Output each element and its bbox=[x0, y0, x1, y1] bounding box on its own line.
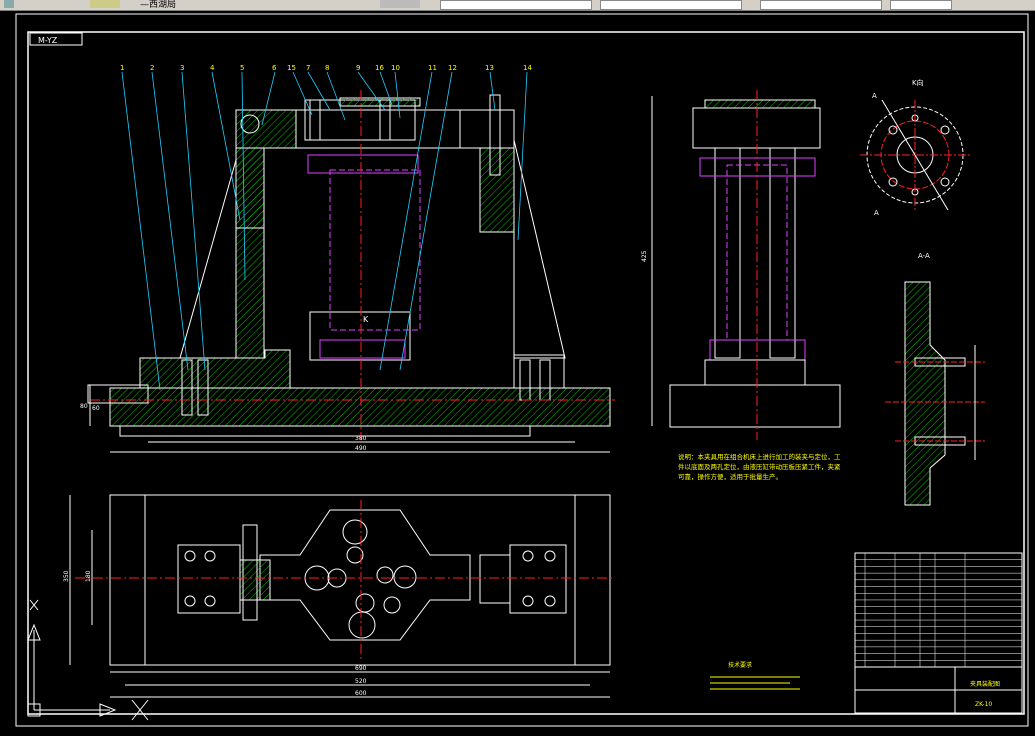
open-icon[interactable] bbox=[4, 0, 14, 8]
side-view: 425 bbox=[641, 90, 841, 440]
linetype-dropdown[interactable] bbox=[760, 0, 882, 10]
toolbar-label: —西湖局 bbox=[140, 0, 177, 10]
workpiece-bottom bbox=[319, 339, 406, 359]
title-block-code: ZK-10 bbox=[975, 701, 992, 708]
plan-hole-5 bbox=[522, 550, 534, 562]
plan-hole-4 bbox=[204, 595, 216, 607]
tech-req-title: 技术要求 bbox=[728, 661, 752, 669]
left-column-inner bbox=[235, 147, 265, 229]
plan-dim-len3: 600 bbox=[355, 690, 367, 697]
layer-dropdown[interactable] bbox=[440, 0, 592, 10]
base-body bbox=[139, 349, 291, 389]
dim-left: 80 bbox=[80, 403, 88, 410]
plan-hole-6 bbox=[544, 550, 556, 562]
section-aa: A-A bbox=[885, 252, 985, 506]
flange-hole-4 bbox=[940, 177, 950, 187]
plan-view: 690 520 600 350 180 bbox=[63, 494, 615, 698]
plan-gear-1 bbox=[342, 519, 368, 545]
top-beam-hatch-l bbox=[235, 109, 297, 149]
balloon-labels: 1 2 3 4 5 6 15 7 8 9 16 10 11 12 13 14 bbox=[120, 64, 532, 72]
side-top-hatch bbox=[704, 99, 816, 109]
dim-k: K bbox=[363, 315, 369, 324]
base-bottom bbox=[119, 425, 531, 437]
layer-icon[interactable] bbox=[90, 0, 120, 8]
balloon-11: 11 bbox=[428, 64, 437, 72]
balloon-14: 14 bbox=[523, 64, 532, 72]
flange-hole-3 bbox=[888, 177, 898, 187]
plan-left-clamp bbox=[177, 544, 241, 614]
dim-front-inner: 380 bbox=[355, 435, 367, 442]
balloon-3: 3 bbox=[180, 64, 184, 72]
ucs-icon bbox=[27, 599, 149, 721]
balloon-10: 10 bbox=[391, 64, 400, 72]
title-block-name: 夹具装配图 bbox=[970, 680, 1000, 688]
plan-hole-2 bbox=[204, 550, 216, 562]
tech-req-lines bbox=[710, 676, 800, 690]
plan-gear-7 bbox=[355, 593, 375, 613]
k-view-label: K向 bbox=[912, 78, 924, 87]
plan-dim-w2: 180 bbox=[85, 570, 92, 582]
lineweight-dropdown[interactable] bbox=[890, 0, 952, 10]
bom-table bbox=[854, 552, 1023, 714]
balloon-2: 2 bbox=[150, 64, 154, 72]
front-view: 490 380 80 60 K bbox=[80, 90, 615, 453]
balloon-6: 6 bbox=[272, 64, 277, 72]
right-column bbox=[479, 147, 515, 233]
plan-gear-5 bbox=[376, 566, 394, 584]
top-beam-hatch-r bbox=[459, 109, 515, 149]
balloon-12: 12 bbox=[448, 64, 457, 72]
plan-right-cyl bbox=[479, 554, 511, 604]
plan-hole-3 bbox=[184, 595, 196, 607]
plan-dim-len1: 690 bbox=[355, 665, 367, 672]
dim-front-total: 490 bbox=[355, 445, 367, 452]
balloon-1: 1 bbox=[120, 64, 124, 72]
plan-plate bbox=[259, 509, 471, 641]
balloon-7: 7 bbox=[306, 64, 310, 72]
tech-notes: 说明：本夹具用在组合机床上进行加工的装夹与定位，工件以底面及两孔定位，由液压缸带… bbox=[678, 453, 841, 481]
color-dropdown[interactable] bbox=[600, 0, 742, 10]
section-a-top: A bbox=[872, 92, 877, 100]
plan-dim-len2: 520 bbox=[355, 678, 367, 685]
section-aa-label: A-A bbox=[918, 252, 930, 260]
left-support bbox=[179, 159, 237, 359]
side-column-r bbox=[769, 147, 796, 359]
balloon-16: 16 bbox=[375, 64, 384, 72]
style-dropdown[interactable] bbox=[380, 0, 420, 8]
side-base-block bbox=[704, 359, 806, 386]
balloon-9: 9 bbox=[356, 64, 360, 72]
balloon-4: 4 bbox=[210, 64, 215, 72]
bolt-top-1 bbox=[309, 99, 321, 141]
flange-hole-1 bbox=[888, 125, 898, 135]
plan-right-clamp bbox=[509, 544, 567, 614]
dim-left2: 60 bbox=[92, 405, 100, 412]
plan-dim-w1: 350 bbox=[63, 570, 70, 582]
fixture-block bbox=[309, 311, 411, 361]
drawing-tag: M-YZ bbox=[38, 36, 58, 45]
base-plate bbox=[109, 387, 611, 427]
balloon-13: 13 bbox=[485, 64, 494, 72]
k-view: K向 A A bbox=[860, 78, 970, 217]
section-a-bottom: A bbox=[874, 209, 879, 217]
balloon-8: 8 bbox=[325, 64, 329, 72]
title-block: 夹具装配图 ZK-10 bbox=[855, 666, 1022, 713]
tech-notes-box: 说明：本夹具用在组合机床上进行加工的装夹与定位，工件以底面及两孔定位，由液压缸带… bbox=[678, 453, 841, 481]
plan-gear-9 bbox=[348, 611, 376, 639]
balloon-15: 15 bbox=[287, 64, 296, 72]
plan-gear-6 bbox=[393, 565, 417, 589]
section-body bbox=[904, 281, 946, 506]
balloon-5: 5 bbox=[240, 64, 244, 72]
dim-height: 425 bbox=[641, 250, 648, 262]
side-base bbox=[669, 384, 841, 428]
balloon-leaders bbox=[121, 71, 528, 391]
plan-hole-8 bbox=[544, 595, 556, 607]
flange-hole-2 bbox=[940, 125, 950, 135]
plan-hole-7 bbox=[522, 595, 534, 607]
plan-hole-1 bbox=[184, 550, 196, 562]
drawing-canvas[interactable]: M-YZ 490 380 80 60 K 1 2 3 4 5 6 15 7 8 … bbox=[0, 10, 1035, 736]
plan-gear-8 bbox=[383, 596, 401, 614]
workpiece-hidden bbox=[329, 169, 421, 331]
plan-left-clamp-body bbox=[239, 559, 271, 601]
